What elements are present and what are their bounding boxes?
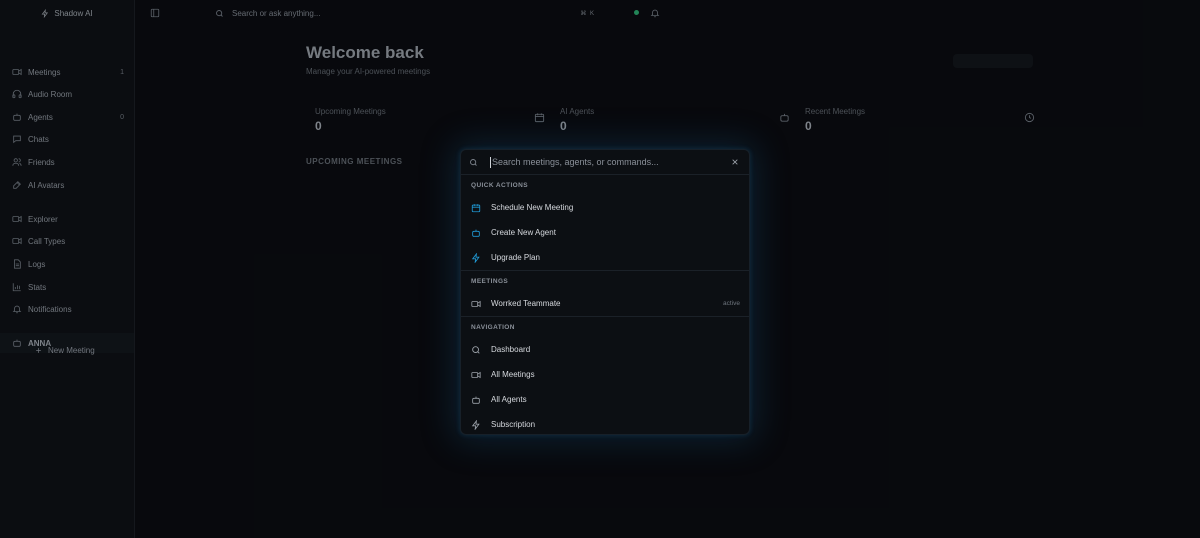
meeting-status: active <box>723 300 740 307</box>
command-label: Create New Agent <box>491 228 556 237</box>
command-search-input[interactable] <box>492 157 731 167</box>
command-label: Schedule New Meeting <box>491 203 574 212</box>
command-label: Dashboard <box>491 345 531 354</box>
group-title-quick-actions: QUICK ACTIONS <box>471 181 528 189</box>
command-schedule-new-meeting[interactable]: Schedule New Meeting <box>461 195 749 220</box>
video-icon <box>471 300 481 307</box>
command-search-bar <box>461 150 749 175</box>
command-upgrade-plan[interactable]: Upgrade Plan <box>461 245 749 270</box>
search-icon <box>470 158 477 166</box>
group-title-meetings: MEETINGS <box>471 277 509 285</box>
command-all-meetings[interactable]: All Meetings <box>461 362 749 387</box>
command-label: Worrked Teammate <box>491 299 561 308</box>
command-create-new-agent[interactable]: Create New Agent <box>461 220 749 245</box>
search-icon <box>472 345 480 354</box>
calendar-icon <box>471 203 481 212</box>
command-meeting-worrked-teammate[interactable]: Worrked Teammate active <box>461 291 749 316</box>
command-dashboard[interactable]: Dashboard <box>461 337 749 362</box>
command-all-agents[interactable]: All Agents <box>461 387 749 412</box>
command-label: Subscription <box>491 420 536 429</box>
command-palette: QUICK ACTIONS Schedule New Meeting Creat… <box>460 149 750 435</box>
bot-icon <box>472 229 480 237</box>
lightning-icon <box>471 252 480 263</box>
close-icon[interactable] <box>731 158 739 166</box>
lightning-icon <box>471 419 480 430</box>
video-icon <box>471 371 481 378</box>
text-caret <box>490 156 491 168</box>
command-label: All Meetings <box>491 370 535 379</box>
group-title-navigation: NAVIGATION <box>471 323 515 331</box>
command-subscription[interactable]: Subscription <box>461 412 749 434</box>
command-label: Upgrade Plan <box>491 253 540 262</box>
bot-icon <box>472 396 480 404</box>
command-label: All Agents <box>491 395 527 404</box>
